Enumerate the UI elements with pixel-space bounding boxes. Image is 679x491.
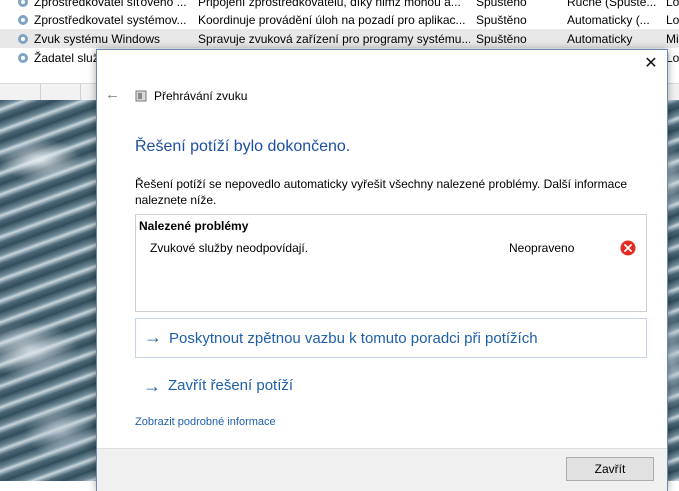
arrow-right-icon: → (144, 327, 162, 347)
service-gear-icon (18, 52, 28, 63)
close-icon[interactable]: ✕ (643, 56, 659, 72)
service-description: Připojení zprostředkovatelů, díky nimž m… (198, 0, 461, 9)
service-logon: Lo (666, 0, 679, 9)
service-status: Spuštěno (476, 12, 527, 27)
page-title: Řešení potíží bylo dokončeno. (135, 138, 351, 155)
error-icon (620, 240, 636, 256)
result-description: Řešení potíží se nepovedlo automaticky v… (135, 177, 628, 207)
service-gear-icon (18, 0, 28, 7)
service-status: Spuštěno (476, 0, 527, 9)
app-title: Přehrávání zvuku (154, 89, 248, 103)
close-troubleshooter-label: Zavřít řešení potíží (168, 377, 294, 394)
service-startup: Automaticky (... (567, 12, 650, 27)
service-logon: Lo (666, 12, 679, 27)
problems-header: Nalezené problémy (139, 219, 249, 233)
feedback-link-label: Poskytnout zpětnou vazbu k tomuto poradc… (169, 330, 538, 347)
close-button[interactable]: Zavřít (566, 457, 654, 481)
speaker-icon (135, 90, 147, 102)
problem-status: Neopraveno (509, 241, 575, 255)
arrow-right-icon: → (143, 376, 161, 396)
service-gear-icon (18, 33, 28, 44)
service-description: Spravuje zvuková zařízení pro programy s… (198, 31, 470, 46)
service-name: Zprostředkovatel systémov... (34, 12, 187, 27)
feedback-link[interactable]: → Poskytnout zpětnou vazbu k tomuto pora… (135, 318, 647, 358)
service-startup: Ručně (Spuště... (567, 0, 657, 9)
service-status: Spuštěno (476, 31, 527, 46)
service-logon: Mi (666, 31, 679, 46)
service-gear-icon (18, 14, 28, 25)
back-arrow-icon[interactable]: ← (105, 87, 121, 102)
service-startup: Automaticky (567, 31, 633, 46)
close-troubleshooter-link[interactable]: → Zavřít řešení potíží (135, 368, 435, 404)
view-details-link[interactable]: Zobrazit podrobné informace (135, 416, 276, 428)
service-name: Zprostředkovatel síťového ... (34, 0, 187, 9)
service-row-selected[interactable]: Zvuk systému Windows Spravuje zvuková za… (0, 29, 679, 48)
problem-name: Zvukové služby neodpovídají. (150, 241, 309, 255)
found-problems-panel: Nalezené problémy Zvukové služby neodpov… (135, 214, 647, 312)
service-description: Koordinuje provádění úloh na pozadí pro … (198, 12, 466, 27)
troubleshooter-dialog: ✕ ← Přehrávání zvuku Řešení potíží bylo … (96, 49, 668, 491)
dialog-footer: Zavřít (97, 448, 667, 491)
service-name: Zvuk systému Windows (34, 31, 161, 46)
service-row[interactable]: Zprostředkovatel systémov... Koordinuje … (0, 10, 679, 29)
